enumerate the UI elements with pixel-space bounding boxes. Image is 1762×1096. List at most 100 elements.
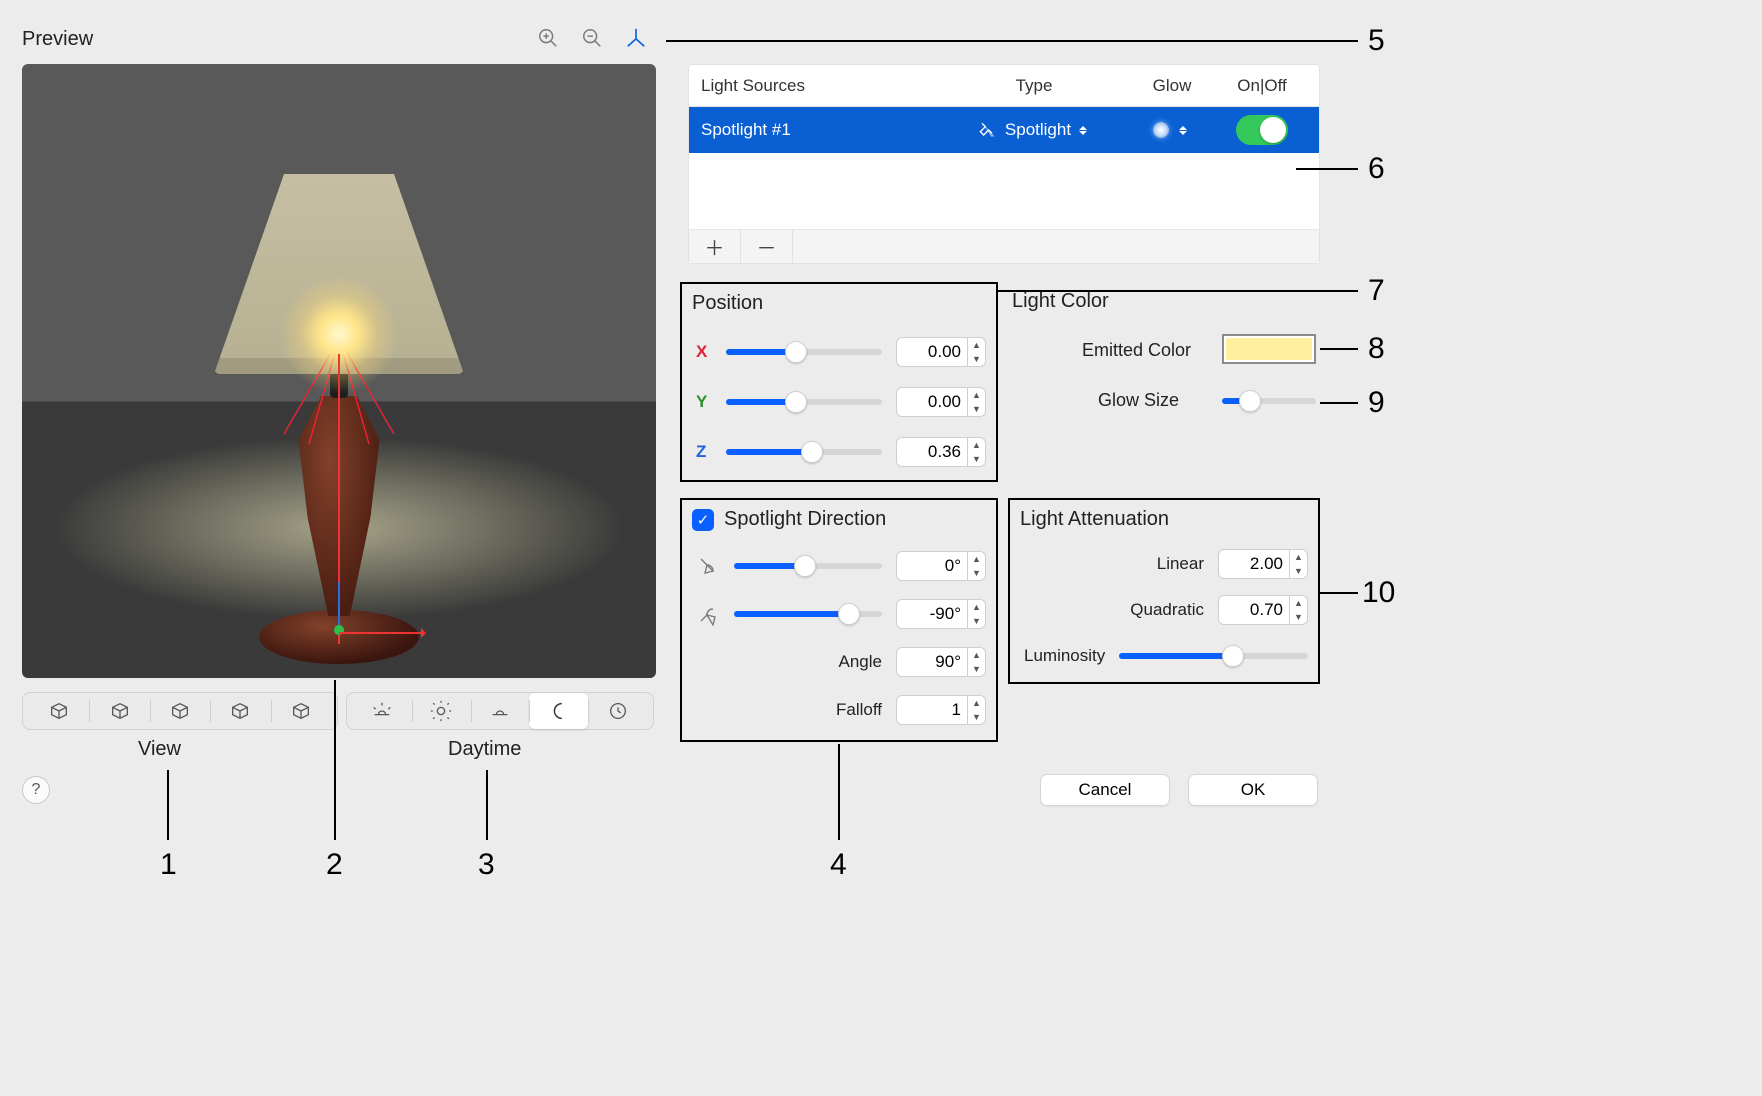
y-label: Y bbox=[696, 392, 712, 412]
view-left-icon[interactable] bbox=[150, 693, 210, 729]
angle-stepper[interactable]: ▲▼ bbox=[896, 647, 986, 677]
preview-title: Preview bbox=[22, 28, 93, 51]
ok-button[interactable]: OK bbox=[1188, 774, 1318, 806]
linear-stepper[interactable]: ▲▼ bbox=[1218, 549, 1308, 579]
falloff-input[interactable] bbox=[896, 695, 968, 725]
preview-canvas[interactable] bbox=[22, 64, 656, 678]
stepper-arrows-icon[interactable]: ▲▼ bbox=[968, 551, 986, 581]
chevron-updown-icon bbox=[1079, 121, 1091, 139]
y-slider[interactable] bbox=[726, 399, 882, 405]
glowsize-slider[interactable] bbox=[1222, 398, 1316, 404]
light-name: Spotlight #1 bbox=[701, 120, 941, 140]
azimuth-icon bbox=[696, 554, 720, 578]
callout-10: 10 bbox=[1362, 576, 1395, 610]
z-input[interactable] bbox=[896, 437, 968, 467]
col-glow[interactable]: Glow bbox=[1127, 76, 1217, 96]
view-back-icon[interactable] bbox=[89, 693, 149, 729]
stepper-arrows-icon[interactable]: ▲▼ bbox=[968, 599, 986, 629]
callout-5: 5 bbox=[1368, 24, 1385, 58]
y-input[interactable] bbox=[896, 387, 968, 417]
angle-input[interactable] bbox=[896, 647, 968, 677]
zoom-out-icon[interactable] bbox=[580, 26, 604, 50]
elevation-input[interactable] bbox=[896, 599, 968, 629]
callout-line bbox=[998, 290, 1358, 292]
preview-toolbar bbox=[536, 26, 648, 50]
table-row[interactable]: Spotlight #1 Spotlight bbox=[689, 107, 1319, 153]
x-input[interactable] bbox=[896, 337, 968, 367]
callout-line bbox=[1320, 348, 1358, 350]
emitted-label: Emitted Color bbox=[1082, 340, 1191, 361]
callout-line bbox=[666, 40, 1358, 42]
callout-line bbox=[838, 744, 840, 840]
cancel-button[interactable]: Cancel bbox=[1040, 774, 1170, 806]
help-button[interactable]: ? bbox=[22, 776, 50, 804]
view-right-icon[interactable] bbox=[210, 693, 270, 729]
azimuth-input[interactable] bbox=[896, 551, 968, 581]
emitted-color-swatch[interactable] bbox=[1222, 334, 1316, 364]
day-icon[interactable] bbox=[412, 693, 471, 729]
position-title: Position bbox=[692, 292, 763, 315]
sunrise-icon[interactable] bbox=[353, 693, 412, 729]
table-header: Light Sources Type Glow On|Off bbox=[689, 65, 1319, 107]
elevation-stepper[interactable]: ▲▼ bbox=[896, 599, 986, 629]
remove-light-button[interactable]: － bbox=[741, 230, 793, 263]
x-slider[interactable] bbox=[726, 349, 882, 355]
quadratic-input[interactable] bbox=[1218, 595, 1290, 625]
view-segmented[interactable] bbox=[22, 692, 338, 730]
sunset-icon[interactable] bbox=[471, 693, 530, 729]
callout-3: 3 bbox=[478, 848, 495, 882]
callout-line bbox=[486, 770, 488, 840]
elevation-slider[interactable] bbox=[734, 611, 882, 617]
axes-icon[interactable] bbox=[624, 26, 648, 50]
spotdir-title: Spotlight Direction bbox=[724, 508, 886, 531]
callout-8: 8 bbox=[1368, 332, 1385, 366]
view-front-icon[interactable] bbox=[29, 693, 89, 729]
linear-label: Linear bbox=[1157, 554, 1204, 574]
spotlight-icon bbox=[977, 120, 997, 140]
add-light-button[interactable]: ＋ bbox=[689, 230, 741, 263]
view-top-icon[interactable] bbox=[271, 693, 331, 729]
daytime-segmented[interactable] bbox=[346, 692, 654, 730]
stepper-arrows-icon[interactable]: ▲▼ bbox=[968, 647, 986, 677]
z-label: Z bbox=[696, 442, 712, 462]
night-icon[interactable] bbox=[529, 693, 588, 729]
spotdir-checkbox[interactable]: ✓ bbox=[692, 509, 714, 531]
spotdir-panel: ✓ Spotlight Direction ▲▼ ▲▼ Angle ▲▼ Fal… bbox=[680, 498, 998, 742]
falloff-stepper[interactable]: ▲▼ bbox=[896, 695, 986, 725]
elevation-icon bbox=[696, 602, 720, 626]
type-value: Spotlight bbox=[1005, 120, 1071, 140]
quadratic-label: Quadratic bbox=[1130, 600, 1204, 620]
azimuth-slider[interactable] bbox=[734, 563, 882, 569]
light-sources-table: Light Sources Type Glow On|Off Spotlight… bbox=[688, 64, 1320, 264]
stepper-arrows-icon[interactable]: ▲▼ bbox=[968, 387, 986, 417]
luminosity-slider[interactable] bbox=[1119, 653, 1308, 659]
callout-line bbox=[1320, 592, 1358, 594]
stepper-arrows-icon[interactable]: ▲▼ bbox=[968, 337, 986, 367]
callout-6: 6 bbox=[1368, 152, 1385, 186]
quadratic-stepper[interactable]: ▲▼ bbox=[1218, 595, 1308, 625]
falloff-label: Falloff bbox=[836, 700, 882, 720]
z-stepper[interactable]: ▲▼ bbox=[896, 437, 986, 467]
callout-9: 9 bbox=[1368, 386, 1385, 420]
stepper-arrows-icon[interactable]: ▲▼ bbox=[1290, 549, 1308, 579]
angle-label: Angle bbox=[839, 652, 882, 672]
col-type[interactable]: Type bbox=[941, 76, 1127, 96]
table-footer: ＋ － bbox=[689, 229, 1319, 263]
col-sources[interactable]: Light Sources bbox=[701, 76, 941, 96]
y-stepper[interactable]: ▲▼ bbox=[896, 387, 986, 417]
stepper-arrows-icon[interactable]: ▲▼ bbox=[1290, 595, 1308, 625]
glowsize-label: Glow Size bbox=[1098, 390, 1179, 411]
z-slider[interactable] bbox=[726, 449, 882, 455]
glow-dropdown[interactable] bbox=[1127, 121, 1217, 139]
col-onoff[interactable]: On|Off bbox=[1217, 76, 1307, 96]
zoom-in-icon[interactable] bbox=[536, 26, 560, 50]
azimuth-stepper[interactable]: ▲▼ bbox=[896, 551, 986, 581]
linear-input[interactable] bbox=[1218, 549, 1290, 579]
stepper-arrows-icon[interactable]: ▲▼ bbox=[968, 437, 986, 467]
stepper-arrows-icon[interactable]: ▲▼ bbox=[968, 695, 986, 725]
onoff-toggle[interactable] bbox=[1236, 115, 1288, 145]
x-stepper[interactable]: ▲▼ bbox=[896, 337, 986, 367]
type-dropdown[interactable]: Spotlight bbox=[941, 116, 1127, 144]
clock-icon[interactable] bbox=[588, 693, 647, 729]
glow-preview-icon bbox=[1153, 122, 1169, 138]
